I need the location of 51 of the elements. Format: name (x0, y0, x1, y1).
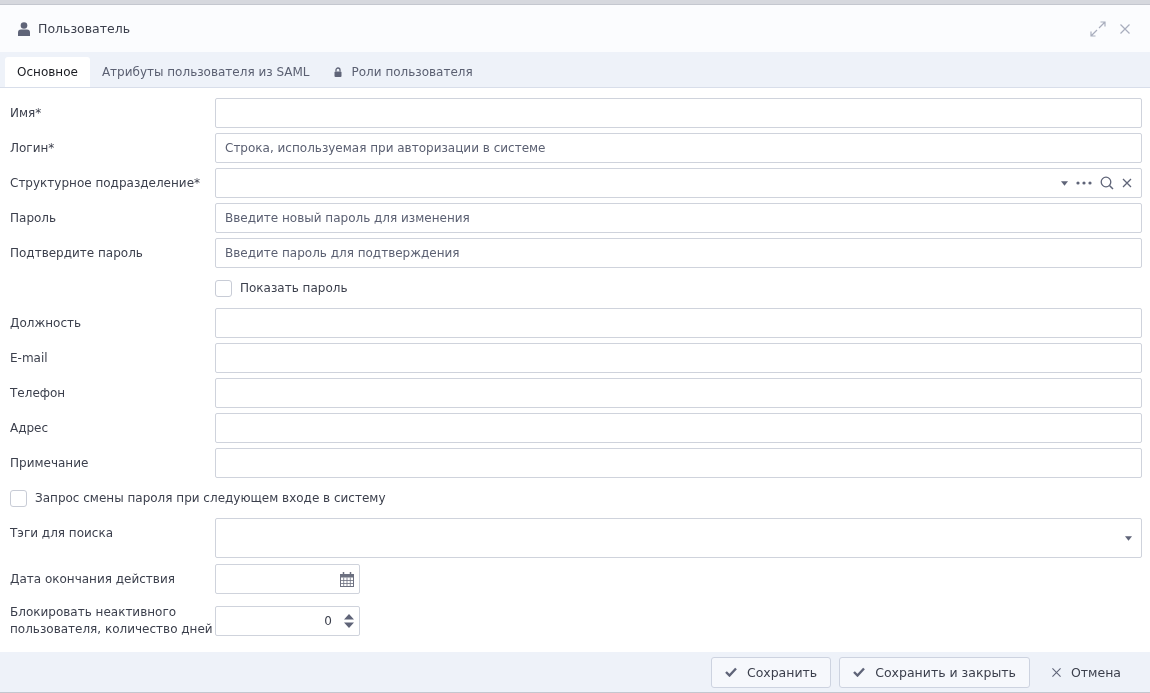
cancel-button[interactable]: Отмена (1037, 656, 1135, 688)
user-icon (18, 21, 30, 36)
search-icon[interactable] (1100, 176, 1114, 190)
date-field[interactable] (215, 564, 360, 594)
check-icon (853, 667, 866, 677)
field-label: Дата окончания действия (10, 570, 176, 588)
check-icon (724, 667, 737, 677)
field-label: Блокировать неактивного пользователя, количество дней (10, 604, 214, 638)
more-icon[interactable] (1076, 181, 1092, 185)
field-label: Должность (10, 314, 83, 332)
tab[interactable]: Роли пользователя (321, 57, 485, 87)
field-label: E-mail (10, 349, 49, 367)
field-label: Пароль (10, 209, 58, 227)
caret-icon[interactable] (1125, 535, 1132, 541)
field-label: Имя* (10, 104, 43, 122)
field-label: Примечание (10, 454, 90, 472)
input-field[interactable] (215, 343, 1142, 373)
checkbox[interactable] (10, 489, 27, 507)
field-label: Тэги для поиска (10, 525, 115, 542)
save-button[interactable]: Сохранить и закрыть (839, 656, 1030, 688)
tab[interactable]: Атрибуты пользователя из SAML (89, 57, 322, 87)
field-label: Подтвердите пароль (10, 244, 144, 262)
input-field[interactable] (215, 308, 1142, 338)
input-field[interactable]: Строка, используемая при авторизации в системе (215, 133, 1142, 163)
caret-icon[interactable] (1061, 180, 1068, 186)
input-field[interactable] (215, 98, 1142, 128)
close-icon[interactable] (1120, 23, 1130, 34)
expand-icon[interactable] (1090, 20, 1106, 37)
checkbox[interactable] (215, 279, 232, 297)
input-field[interactable] (215, 413, 1142, 443)
window-title: Пользователь (38, 21, 131, 36)
close-icon (1051, 667, 1061, 677)
field-label: Логин* (10, 139, 56, 157)
checkbox-label: Запрос смены пароля при следующем входе в систему (35, 491, 386, 505)
checkbox-label: Показать пароль (240, 281, 348, 295)
calendar-icon[interactable] (340, 571, 354, 587)
tab[interactable]: Основное (5, 57, 90, 87)
number-field[interactable]: 0 (215, 606, 360, 636)
clear-icon[interactable] (1122, 178, 1132, 188)
input-field[interactable]: Введите пароль для подтверждения (215, 238, 1142, 268)
lookup-field[interactable] (215, 168, 1142, 198)
spinner-icon[interactable] (344, 613, 354, 629)
field-label: Структурное подразделение* (10, 174, 202, 192)
lock-icon (333, 67, 342, 77)
input-field[interactable] (215, 378, 1142, 408)
tags-field[interactable] (215, 518, 1142, 558)
field-label: Телефон (10, 384, 67, 402)
field-label: Адрес (10, 419, 50, 437)
input-field[interactable]: Введите новый пароль для изменения (215, 203, 1142, 233)
input-field[interactable] (215, 448, 1142, 478)
save-button[interactable]: Сохранить (710, 656, 832, 688)
